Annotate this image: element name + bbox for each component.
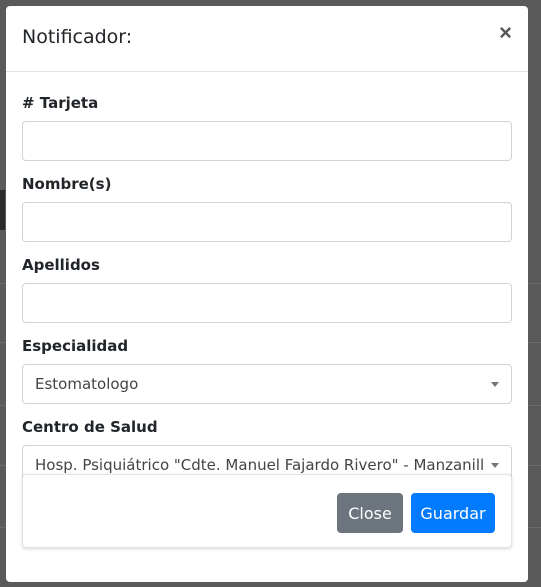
especialidad-select[interactable]: Estomatologo xyxy=(22,364,512,404)
close-icon[interactable]: × xyxy=(499,22,512,44)
centro-label: Centro de Salud xyxy=(22,418,158,436)
nombre-input[interactable] xyxy=(22,202,512,242)
notificador-modal: Notificador: × # Tarjeta Nombre(s) Apell… xyxy=(6,6,528,582)
save-button[interactable]: Guardar xyxy=(411,493,495,533)
chevron-down-icon xyxy=(491,463,499,468)
especialidad-selected-value: Estomatologo xyxy=(35,375,139,393)
chevron-down-icon xyxy=(491,382,499,387)
tarjeta-label: # Tarjeta xyxy=(22,94,99,112)
apellidos-input[interactable] xyxy=(22,283,512,323)
especialidad-label: Especialidad xyxy=(22,337,129,355)
tarjeta-input[interactable] xyxy=(22,121,512,161)
modal-title: Notificador: xyxy=(22,26,133,48)
background-button-edge xyxy=(0,190,5,230)
notificador-form: # Tarjeta Nombre(s) Apellidos Especialid… xyxy=(22,92,512,497)
modal-footer: Close Guardar xyxy=(22,474,512,548)
apellidos-label: Apellidos xyxy=(22,256,100,274)
nombre-label: Nombre(s) xyxy=(22,175,112,193)
modal-header: Notificador: × xyxy=(6,6,528,72)
close-button[interactable]: Close xyxy=(337,493,403,533)
